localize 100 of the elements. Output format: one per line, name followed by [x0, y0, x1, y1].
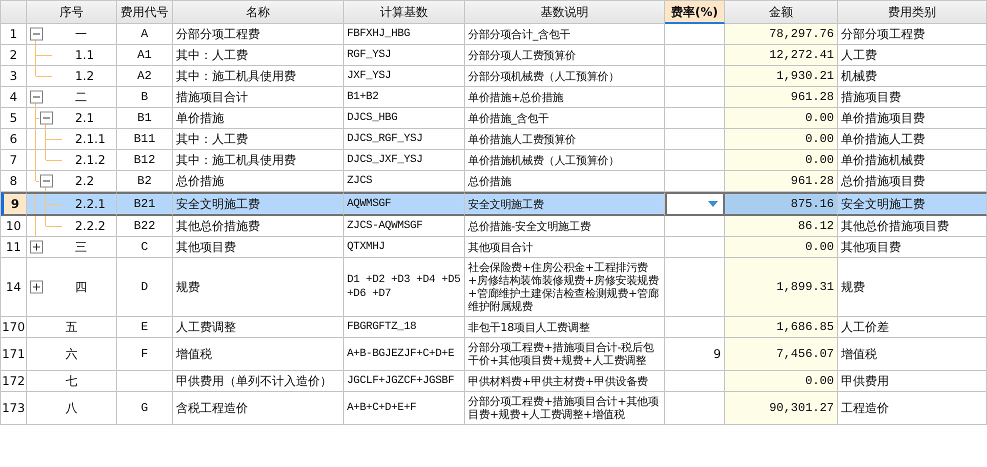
collapse-toggle[interactable] [30, 90, 43, 104]
expand-toggle[interactable] [30, 280, 43, 294]
table-cell: 分部分项工程费+措施项目合计-税后包干价+其他项目费+规费+人工费调整 [465, 338, 665, 371]
table-cell: 人工费调整 [173, 317, 344, 338]
row-number[interactable]: 173 [1, 392, 27, 425]
row-number[interactable]: 11 [1, 237, 27, 258]
table-cell: 甲供材料费+甲供主材费+甲供设备费 [465, 371, 665, 392]
table-cell: 分部分项工程费 [173, 24, 344, 45]
table-cell: 其中：人工费 [173, 45, 344, 66]
expand-toggle[interactable] [30, 240, 43, 254]
code-cell: A2 [117, 66, 173, 87]
formula-cell: DJCS_HBG [344, 108, 465, 129]
code-cell: B22 [117, 216, 173, 237]
code-cell: B11 [117, 129, 173, 150]
sequence-number: 2.1 [75, 111, 94, 125]
table-cell: 单价措施机械费 [838, 150, 987, 171]
sequence-number: 八 [66, 401, 78, 415]
amount-cell: 961.28 [725, 171, 838, 192]
row-number[interactable]: 7 [1, 150, 27, 171]
formula-cell: DJCS_JXF_YSJ [344, 150, 465, 171]
table-cell: 社会保险费+住房公积金+工程排污费+房修结构装饰装修规费+房修安装规费+管廊维护土建保洁检查检测规费+管廊维护附属规费 [465, 258, 665, 317]
amount-cell: 0.00 [725, 129, 838, 150]
code-cell: A1 [117, 45, 173, 66]
table-cell: 人工价差 [838, 317, 987, 338]
amount-cell: 961.28 [725, 87, 838, 108]
table-cell: 其他项目费 [838, 237, 987, 258]
column-header[interactable]: 序号 [27, 1, 117, 24]
caret-icon[interactable] [708, 201, 718, 207]
amount-cell: 86.12 [725, 216, 838, 237]
table-cell: 单价措施机械费（人工预算价） [465, 150, 665, 171]
column-header[interactable]: 费率(%) [665, 1, 725, 24]
formula-cell: FBGRGFTZ_18 [344, 317, 465, 338]
tree-line [35, 216, 36, 236]
sequence-number: 二 [75, 90, 87, 104]
table-cell: 机械费 [838, 66, 987, 87]
table-cell: 分部分项工程费+措施项目合计+其他项目费+规费+人工费调整+增值税 [465, 392, 665, 425]
amount-cell: 0.00 [725, 371, 838, 392]
row-number[interactable]: 14 [1, 258, 27, 317]
table-cell: 非包干18项目人工费调整 [465, 317, 665, 338]
column-header[interactable]: 计算基数 [344, 1, 465, 24]
sequence-number: 2.1.2 [75, 153, 106, 167]
sequence-number: 一 [75, 27, 87, 41]
sequence-number: 四 [75, 280, 87, 294]
row-number[interactable]: 5 [1, 108, 27, 129]
table-cell: 其他总价措施项目费 [838, 216, 987, 237]
column-header[interactable]: 费用代号 [117, 1, 173, 24]
table-cell: 规费 [838, 258, 987, 317]
table-cell: 总价措施-安全文明施工费 [465, 216, 665, 237]
row-number[interactable]: 172 [1, 371, 27, 392]
sequence-number: 2.1.1 [75, 132, 106, 146]
code-cell: C [117, 237, 173, 258]
code-cell: F [117, 338, 173, 371]
row-number[interactable]: 9 [1, 192, 27, 216]
table-cell: 单价措施_含包干 [465, 108, 665, 129]
collapse-toggle[interactable] [30, 28, 43, 40]
table-cell: 分部分项工程费 [838, 24, 987, 45]
amount-cell: 7,456.07 [725, 338, 838, 371]
formula-cell: JGCLF+JGZCF+JGSBF [344, 371, 465, 392]
table-cell: 人工费 [838, 45, 987, 66]
column-header[interactable]: 基数说明 [465, 1, 665, 24]
amount-cell: 0.00 [725, 150, 838, 171]
formula-cell: AQWMSGF [344, 192, 465, 216]
table-cell: 分部分项机械费（人工预算价） [465, 66, 665, 87]
table-cell: 其中：施工机具使用费 [173, 66, 344, 87]
row-number[interactable]: 171 [1, 338, 27, 371]
row-number[interactable]: 3 [1, 66, 27, 87]
collapse-toggle[interactable] [40, 112, 53, 124]
code-cell: D [117, 258, 173, 317]
row-number[interactable]: 6 [1, 129, 27, 150]
code-cell: A [117, 24, 173, 45]
formula-cell: ZJCS-AQWMSGF [344, 216, 465, 237]
table-cell: 增值税 [173, 338, 344, 371]
sequence-number: 2.2.2 [75, 219, 106, 233]
column-header[interactable]: 名称 [173, 1, 344, 24]
rate-dropdown[interactable] [665, 192, 725, 216]
amount-cell: 0.00 [725, 108, 838, 129]
formula-cell: QTXMHJ [344, 237, 465, 258]
collapse-toggle[interactable] [40, 174, 53, 188]
amount-cell: 12,272.41 [725, 45, 838, 66]
column-header[interactable]: 金额 [725, 1, 838, 24]
tree-line [35, 194, 36, 214]
sequence-number: 六 [66, 347, 78, 361]
row-number[interactable]: 10 [1, 216, 27, 237]
table-cell: 工程造价 [838, 392, 987, 425]
table-cell: 措施项目合计 [173, 87, 344, 108]
row-number[interactable]: 4 [1, 87, 27, 108]
column-header[interactable]: 费用类别 [838, 1, 987, 24]
table-cell: 含税工程造价 [173, 392, 344, 425]
sequence-number: 七 [66, 374, 78, 388]
amount-cell: 875.16 [725, 192, 838, 216]
row-number[interactable]: 1 [1, 24, 27, 45]
amount-cell: 1,930.21 [725, 66, 838, 87]
table-cell: 分部分项合计_含包干 [465, 24, 665, 45]
table-cell: 单价措施项目费 [838, 108, 987, 129]
row-number[interactable]: 2 [1, 45, 27, 66]
amount-cell: 1,686.85 [725, 317, 838, 338]
amount-cell: 90,301.27 [725, 392, 838, 425]
formula-cell: A+B-BGJEZJF+C+D+E [344, 338, 465, 371]
sequence-number: 五 [66, 320, 78, 334]
row-number[interactable]: 170 [1, 317, 27, 338]
